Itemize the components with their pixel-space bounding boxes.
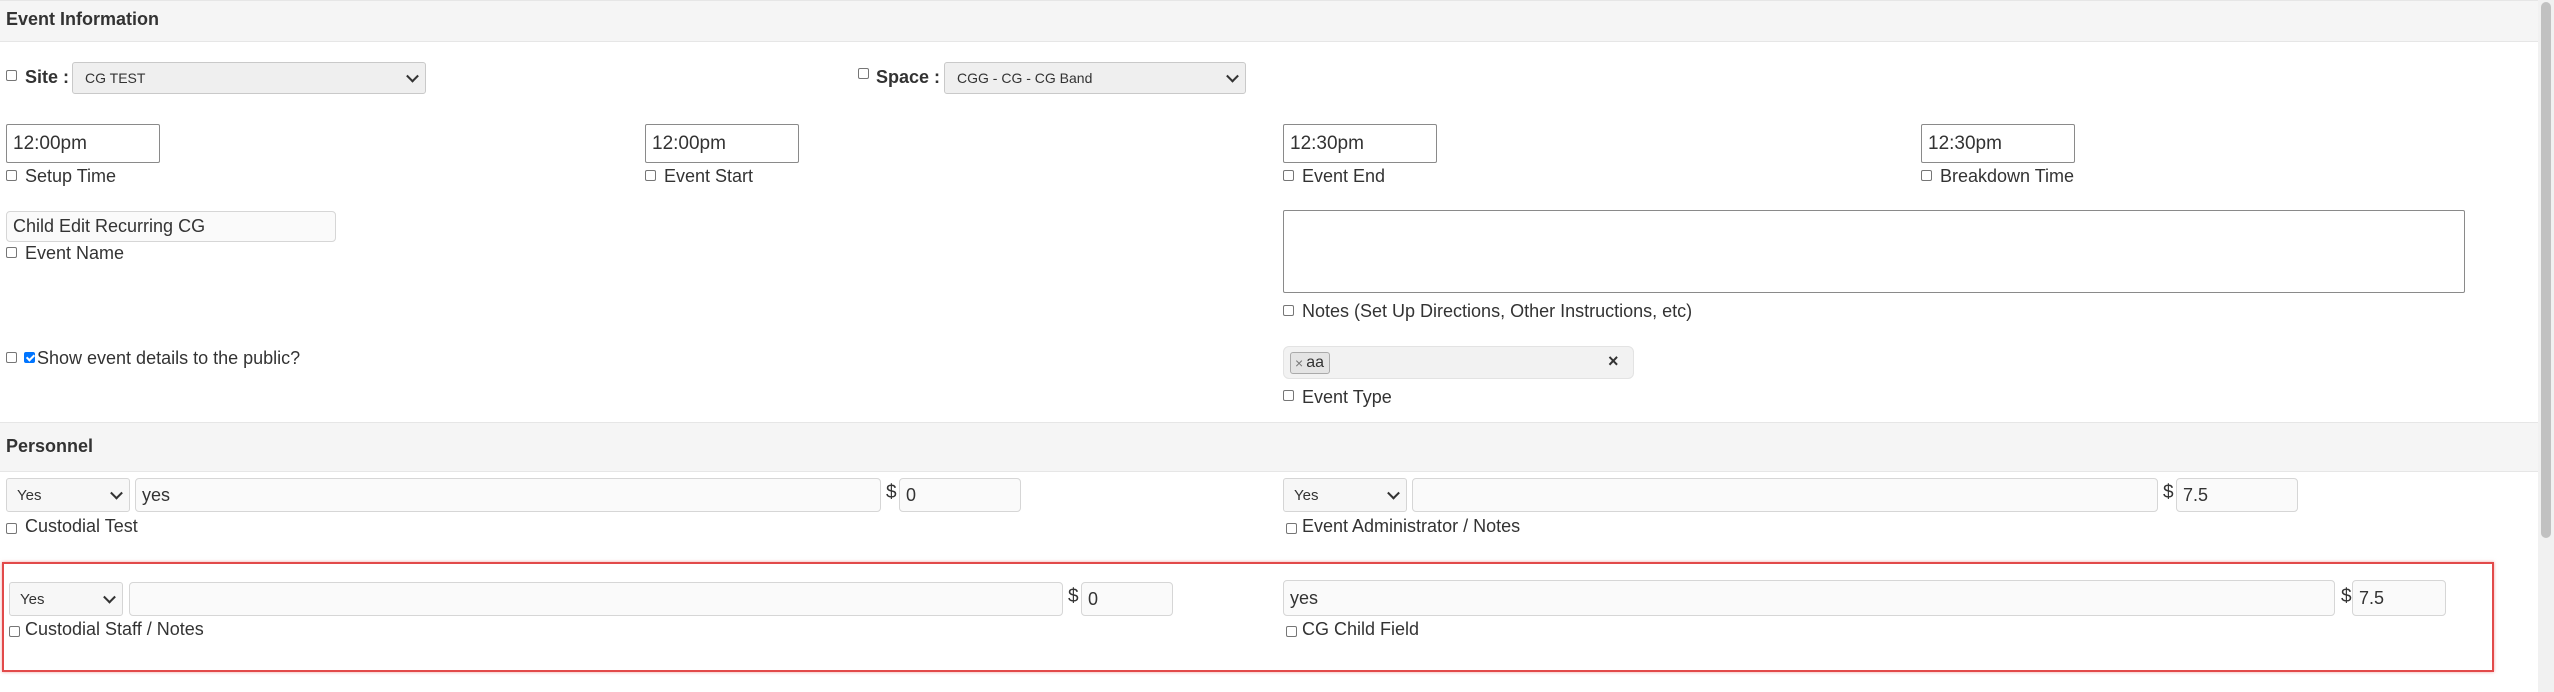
custodial-staff-amount-input[interactable]: 0: [1081, 582, 1173, 616]
tag-remove-icon[interactable]: ×: [1295, 355, 1303, 371]
event-admin-select-value: Yes: [1294, 486, 1319, 504]
custodial-test-label: Custodial Test: [25, 516, 138, 536]
event-type-tag-label: aa: [1306, 354, 1324, 371]
cg-child-amount-input[interactable]: 7.5: [2352, 580, 2446, 616]
custodial-staff-notes-input[interactable]: [129, 582, 1063, 616]
site-checkbox[interactable]: [6, 70, 17, 81]
event-type-label: Event Type: [1302, 387, 1392, 407]
event-information-header: Event Information: [0, 0, 2538, 42]
event-start-label: Event Start: [664, 166, 754, 186]
space-label: Space :: [876, 67, 941, 87]
chevron-down-icon: [406, 69, 419, 83]
custodial-staff-select[interactable]: Yes: [9, 582, 123, 616]
show-public-label: Show event details to the public?: [37, 348, 301, 368]
event-information-title: Event Information: [6, 9, 160, 29]
event-admin-currency: $: [2163, 482, 2174, 503]
custodial-test-select-value: Yes: [17, 486, 42, 504]
cg-child-notes-input[interactable]: yes: [1283, 580, 2335, 616]
breakdown-time-checkbox[interactable]: [1921, 170, 1932, 181]
personnel-title: Personnel: [6, 436, 94, 456]
cg-child-label: CG Child Field: [1302, 619, 1420, 639]
custodial-staff-label: Custodial Staff / Notes: [25, 619, 204, 639]
setup-time-input[interactable]: 12:00pm: [6, 124, 160, 163]
custodial-staff-checkbox[interactable]: [9, 626, 20, 637]
event-admin-checkbox[interactable]: [1286, 523, 1297, 534]
cg-child-currency: $: [2341, 586, 2352, 607]
event-end-checkbox[interactable]: [1283, 170, 1294, 181]
notes-label: Notes (Set Up Directions, Other Instruct…: [1302, 301, 1693, 321]
clear-selection-icon[interactable]: ×: [1608, 351, 1619, 372]
event-start-checkbox[interactable]: [645, 170, 656, 181]
chevron-down-icon: [110, 486, 123, 500]
event-type-select[interactable]: × aa ×: [1283, 346, 1634, 379]
vertical-scrollbar[interactable]: [2538, 0, 2554, 692]
notes-textarea[interactable]: [1283, 210, 2465, 293]
custodial-test-select[interactable]: Yes: [6, 478, 130, 512]
event-name-checkbox[interactable]: [6, 247, 17, 258]
event-admin-notes-input[interactable]: [1412, 478, 2158, 512]
public-override-checkbox[interactable]: [6, 352, 17, 363]
site-label: Site :: [25, 67, 70, 87]
chevron-down-icon: [1387, 486, 1400, 500]
space-select[interactable]: CGG - CG - CG Band: [944, 62, 1246, 94]
event-end-input[interactable]: 12:30pm: [1283, 124, 1437, 163]
event-type-tag: × aa: [1290, 352, 1330, 374]
show-public-checkbox[interactable]: [24, 352, 35, 363]
custodial-test-checkbox[interactable]: [6, 523, 17, 534]
setup-time-checkbox[interactable]: [6, 170, 17, 181]
event-admin-select[interactable]: Yes: [1283, 478, 1407, 512]
cg-child-checkbox[interactable]: [1286, 626, 1297, 637]
event-admin-amount-input[interactable]: 7.5: [2176, 478, 2298, 512]
breakdown-time-label: Breakdown Time: [1940, 166, 2075, 186]
site-select[interactable]: CG TEST: [72, 62, 426, 94]
event-end-label: Event End: [1302, 166, 1386, 186]
notes-checkbox[interactable]: [1283, 305, 1294, 316]
chevron-down-icon: [103, 590, 116, 604]
highlight-frame: [2, 562, 2494, 672]
custodial-test-amount-input[interactable]: 0: [899, 478, 1021, 512]
event-name-input[interactable]: Child Edit Recurring CG: [6, 211, 336, 242]
event-start-input[interactable]: 12:00pm: [645, 124, 799, 163]
scrollbar-thumb[interactable]: [2541, 2, 2551, 538]
space-checkbox[interactable]: [858, 68, 869, 79]
custodial-test-notes-input[interactable]: yes: [135, 478, 881, 512]
chevron-down-icon: [1226, 69, 1239, 83]
custodial-staff-select-value: Yes: [20, 590, 45, 608]
site-select-value: CG TEST: [85, 70, 146, 86]
event-type-checkbox[interactable]: [1283, 390, 1294, 401]
custodial-test-currency: $: [886, 482, 897, 503]
breakdown-time-input[interactable]: 12:30pm: [1921, 124, 2075, 163]
custodial-staff-currency: $: [1068, 586, 1079, 607]
setup-time-label: Setup Time: [25, 166, 117, 186]
event-name-label: Event Name: [25, 243, 125, 263]
event-admin-label: Event Administrator / Notes: [1302, 516, 1521, 536]
space-select-value: CGG - CG - CG Band: [957, 70, 1093, 86]
personnel-header: Personnel: [0, 422, 2538, 472]
